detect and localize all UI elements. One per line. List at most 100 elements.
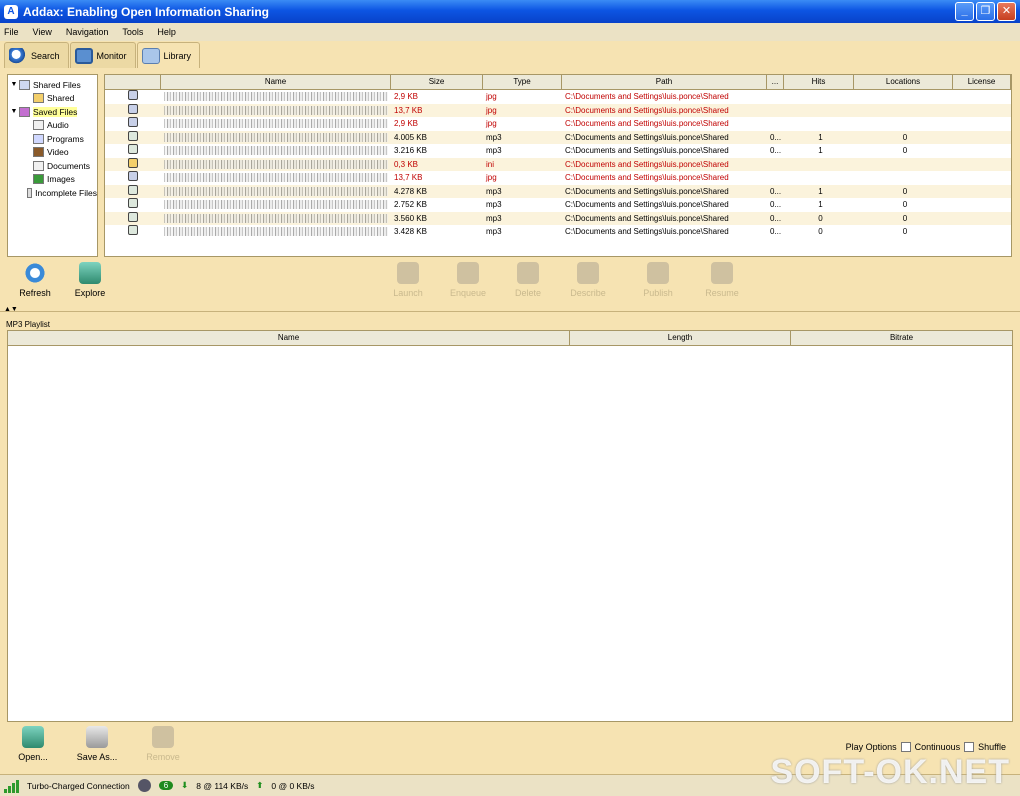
column-header-size[interactable]: Size <box>391 75 483 90</box>
tree-item-documents[interactable]: Documents <box>8 159 97 173</box>
type-cell: mp3 <box>486 146 502 155</box>
expand-toggle-icon[interactable]: ▼ <box>10 108 18 115</box>
remove-playlist-button[interactable]: Remove <box>138 726 188 762</box>
status-badge[interactable]: 6 <box>158 781 174 790</box>
menu-help[interactable]: Help <box>157 27 176 37</box>
tab-library[interactable]: Library <box>136 42 201 68</box>
expand-toggle-icon[interactable]: ▼ <box>10 81 18 88</box>
open-playlist-button[interactable]: Open... <box>8 726 58 762</box>
menu-navigation[interactable]: Navigation <box>66 27 109 37</box>
tree-item-programs[interactable]: Programs <box>8 132 97 146</box>
size-cell: 2.752 KB <box>394 200 427 209</box>
file-type-cell <box>105 225 161 239</box>
table-row[interactable]: 3.216 KB mp3 C:\Documents and Settings\lui… <box>105 144 1011 158</box>
publish-button[interactable]: Publish <box>633 262 683 298</box>
mp3-playlist[interactable]: Name Length Bitrate <box>7 330 1013 722</box>
shuffle-label: Shuffle <box>978 742 1006 752</box>
hits-cell <box>784 117 854 131</box>
table-row[interactable]: 13,7 KB jpg C:\Documents and Settings\luis… <box>105 103 1011 118</box>
extra-cell: 0... <box>770 213 782 223</box>
column-header-path[interactable]: Path <box>562 75 767 90</box>
tree-item-audio[interactable]: Audio <box>8 119 97 133</box>
locations-cell: 0 <box>902 200 908 209</box>
column-header-type[interactable]: Type <box>483 75 562 90</box>
locations-cell <box>854 171 953 185</box>
extra-cell <box>767 104 784 118</box>
column-header-icon[interactable] <box>105 75 161 90</box>
enqueue-button[interactable]: Enqueue <box>443 262 493 298</box>
tree-item-video[interactable]: Video <box>8 146 97 160</box>
save-playlist-button[interactable]: Save As... <box>72 726 122 762</box>
playlist-col-name[interactable]: Name <box>8 331 570 346</box>
column-header-locations[interactable]: Locations <box>854 75 953 90</box>
file-type-cell <box>105 211 161 226</box>
menu-file[interactable]: File <box>4 27 19 37</box>
menu-view[interactable]: View <box>33 27 52 37</box>
folder-icon <box>33 93 44 104</box>
audio-file-icon <box>128 198 138 208</box>
main-tabs: Search Monitor Library <box>0 42 201 68</box>
license-cell <box>953 171 1011 185</box>
audio-file-icon <box>128 225 138 235</box>
locations-cell <box>854 117 953 131</box>
column-header-hits[interactable]: Hits <box>784 75 854 90</box>
folder-icon <box>141 47 160 64</box>
tree-item-shared-files[interactable]: ▼ Shared Files <box>8 78 97 92</box>
tree-item-images[interactable]: Images <box>8 173 97 187</box>
table-row[interactable]: 3.428 KB mp3 C:\Documents and Settings\lui… <box>105 225 1011 239</box>
describe-icon <box>577 262 599 284</box>
table-row[interactable]: 4.278 KB mp3 C:\Documents and Settings\lui… <box>105 184 1011 198</box>
tab-search[interactable]: Search <box>4 42 69 68</box>
obscured-name <box>164 227 388 236</box>
playlist-col-length[interactable]: Length <box>570 331 791 346</box>
table-row[interactable]: 4.005 KB mp3 C:\Documents and Settings\lui… <box>105 130 1011 145</box>
describe-button[interactable]: Describe <box>563 262 613 298</box>
minimize-button[interactable]: _ <box>955 2 974 21</box>
table-row[interactable]: 13,7 KB jpg C:\Documents and Settings\luis… <box>105 171 1011 185</box>
tree-item-saved-files[interactable]: ▼ Saved Files <box>8 105 97 119</box>
type-cell: mp3 <box>486 227 502 236</box>
file-name-cell <box>161 131 391 145</box>
table-header: Name Size Type Path... Hits Locations License <box>105 75 1011 90</box>
launch-button[interactable]: Launch <box>383 262 433 298</box>
shuffle-checkbox[interactable] <box>964 742 975 752</box>
license-cell <box>953 90 1011 104</box>
continuous-label: Continuous <box>914 742 961 752</box>
menu-tools[interactable]: Tools <box>122 27 143 37</box>
type-cell: ini <box>486 159 495 169</box>
maximize-button[interactable]: ❐ <box>976 2 995 21</box>
size-cell: 4.005 KB <box>394 132 427 142</box>
refresh-button[interactable]: Refresh <box>10 262 60 298</box>
app-icon: A <box>4 4 18 19</box>
action-label: Launch <box>393 288 423 298</box>
playlist-col-bitrate[interactable]: Bitrate <box>791 331 1012 346</box>
license-cell <box>953 198 1011 212</box>
table-row[interactable]: 3.560 KB mp3 C:\Documents and Settings\lui… <box>105 211 1011 226</box>
path-cell: C:\Documents and Settings\luis.ponce\Sha… <box>565 213 729 223</box>
delete-button[interactable]: Delete <box>503 262 553 298</box>
action-label: Publish <box>643 288 673 298</box>
close-button[interactable]: ✕ <box>997 2 1016 21</box>
path-cell: C:\Documents and Settings\luis.ponce\Sha… <box>565 173 729 182</box>
tab-monitor[interactable]: Monitor <box>69 42 136 68</box>
column-header-name[interactable]: Name <box>161 75 391 90</box>
hits-cell <box>784 90 854 104</box>
table-row[interactable]: 2.752 KB mp3 C:\Documents and Settings\lui… <box>105 198 1011 212</box>
tab-library-label: Library <box>163 50 192 61</box>
table-row[interactable]: 2,9 KB jpg C:\Documents and Settings\luis.… <box>105 90 1011 104</box>
tree-item-shared[interactable]: Shared <box>8 92 97 106</box>
globe-icon[interactable] <box>137 779 151 792</box>
column-header-license[interactable]: License <box>953 75 1011 90</box>
table-row[interactable]: 0,3 KB ini C:\Documents and Settings\luis.… <box>105 157 1011 171</box>
resume-button[interactable]: Resume <box>697 262 747 298</box>
extra-cell: 0... <box>770 186 782 196</box>
explore-button[interactable]: Explore <box>65 262 115 298</box>
obscured-name <box>164 200 388 209</box>
column-header-more[interactable]: ... <box>767 75 784 90</box>
continuous-checkbox[interactable] <box>900 742 911 752</box>
tab-search-label: Search <box>31 50 60 61</box>
tree-item-incomplete-files[interactable]: Incomplete Files <box>8 186 97 200</box>
path-cell: C:\Documents and Settings\luis.ponce\Sha… <box>565 146 729 155</box>
table-row[interactable]: 2,9 KB jpg C:\Documents and Settings\luis.… <box>105 117 1011 131</box>
splitter[interactable] <box>0 311 1020 315</box>
